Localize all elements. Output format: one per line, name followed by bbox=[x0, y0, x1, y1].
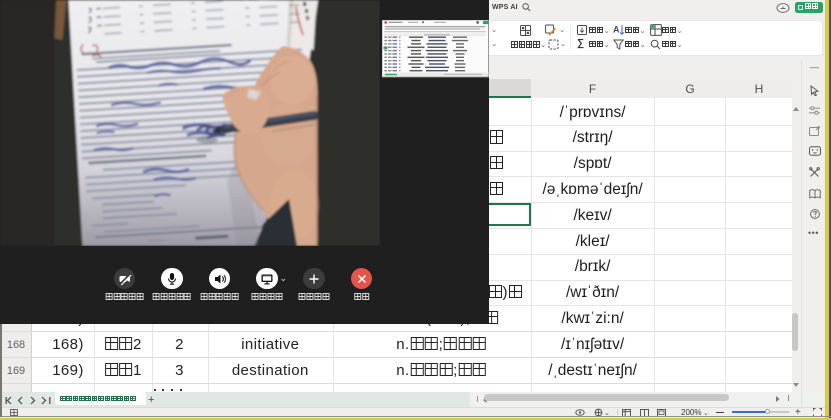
svg-text:A: A bbox=[613, 25, 620, 35]
